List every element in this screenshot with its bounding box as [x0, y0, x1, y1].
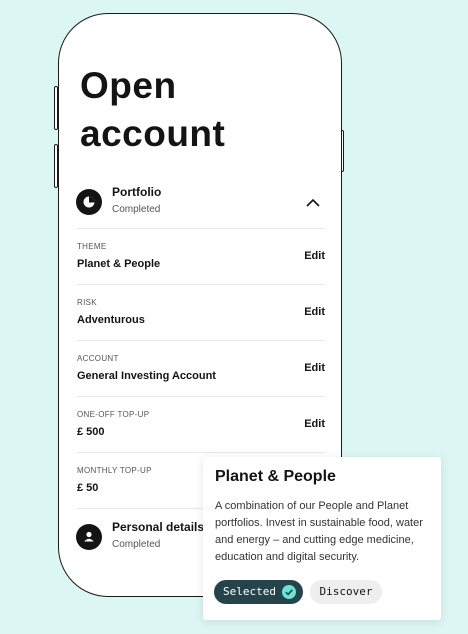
- chevron-up-icon[interactable]: [305, 195, 321, 211]
- personal-details-title: Personal details: [112, 520, 205, 534]
- edit-account-button[interactable]: Edit: [304, 362, 325, 374]
- portfolio-title: Portfolio: [112, 185, 162, 199]
- row-value: £ 50: [77, 482, 99, 494]
- row-label: ONE-OFF TOP-UP: [77, 410, 150, 419]
- selected-button[interactable]: Selected: [214, 580, 303, 604]
- card-title: Planet & People: [215, 468, 336, 485]
- pie-chart-icon: [76, 189, 102, 215]
- card-description: A combination of our People and Planet p…: [215, 500, 423, 563]
- discover-button[interactable]: Discover: [310, 580, 382, 604]
- edit-risk-button[interactable]: Edit: [304, 306, 325, 318]
- theme-detail-card: Planet & People A combination of our Peo…: [203, 457, 441, 620]
- edit-one-off-topup-button[interactable]: Edit: [304, 418, 325, 430]
- person-icon: [76, 524, 102, 550]
- row-label: MONTHLY TOP-UP: [77, 466, 152, 475]
- row-value: Adventurous: [77, 314, 145, 326]
- row-value: General Investing Account: [77, 370, 216, 382]
- one-off-topup-row: ONE-OFF TOP-UP £ 500 Edit: [77, 396, 325, 453]
- risk-row: RISK Adventurous Edit: [77, 284, 325, 341]
- row-label: ACCOUNT: [77, 354, 119, 363]
- portfolio-status: Completed: [112, 204, 161, 215]
- row-value: Planet & People: [77, 258, 161, 270]
- edit-theme-button[interactable]: Edit: [304, 250, 325, 262]
- check-icon: [282, 585, 296, 599]
- theme-row: THEME Planet & People Edit: [77, 228, 325, 285]
- personal-details-status: Completed: [112, 539, 161, 550]
- row-label: RISK: [77, 298, 97, 307]
- account-row: ACCOUNT General Investing Account Edit: [77, 340, 325, 397]
- row-value: £ 500: [77, 426, 105, 438]
- page-title: Open account: [80, 65, 226, 154]
- row-label: THEME: [77, 242, 107, 251]
- selected-label: Selected: [223, 585, 276, 598]
